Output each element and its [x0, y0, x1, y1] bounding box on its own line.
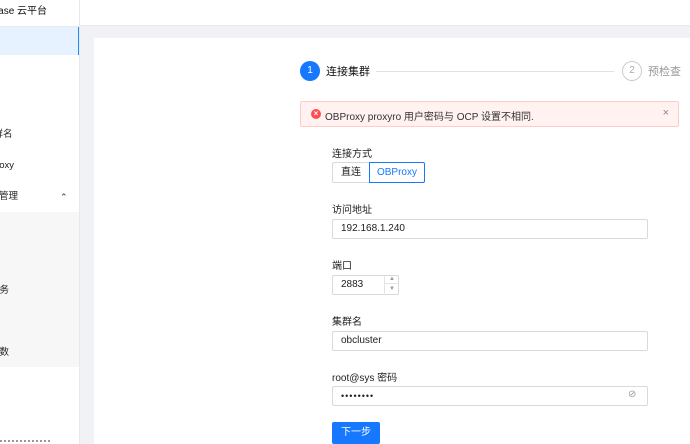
step-connector: [376, 71, 614, 72]
sidebar-item-obproxy[interactable]: OBProxy: [0, 156, 79, 176]
brand-title: OceanBase 云平台: [0, 6, 48, 17]
connect-method-label: 连接方式: [332, 149, 372, 160]
port-stepper[interactable]: ▲ ▼: [384, 275, 399, 295]
sidebar: OceanBase 云平台 集群名 OBProxy 参数管理 ⌃ 服务 参数: [0, 0, 80, 444]
cluster-name-input[interactable]: obcluster: [332, 331, 648, 351]
sidebar-item-active[interactable]: [0, 27, 79, 55]
step-1-label: 连接集群: [326, 66, 370, 78]
connect-obproxy-option[interactable]: OBProxy: [369, 162, 425, 183]
sidebar-item-cluster[interactable]: 集群名: [0, 125, 79, 145]
chevron-up-icon: ⌃: [60, 192, 68, 202]
sidebar-subitem-params[interactable]: 参数: [0, 343, 79, 363]
chevron-up-icon[interactable]: ▲: [385, 275, 399, 284]
chevron-down-icon[interactable]: ▼: [385, 285, 399, 294]
step-2-label: 预检查: [648, 66, 681, 78]
cluster-name-label: 集群名: [332, 317, 362, 328]
address-input[interactable]: 192.168.1.240: [332, 219, 648, 239]
sidebar-item-param-mgmt[interactable]: 参数管理 ⌃: [0, 187, 79, 207]
address-label: 访问地址: [332, 205, 372, 216]
step-2-indicator: 2: [622, 61, 642, 81]
alert-message: OBProxy proxyro 用户密码与 OCP 设置不相同.: [325, 112, 534, 123]
error-icon: ×: [311, 109, 321, 119]
close-icon[interactable]: ×: [663, 107, 669, 119]
password-label: root@sys 密码: [332, 373, 398, 384]
top-header: [80, 0, 690, 26]
sidebar-item-label: 参数: [0, 347, 10, 358]
connect-direct-option[interactable]: 直连: [332, 162, 370, 183]
step-1-indicator: 1: [300, 61, 320, 81]
sidebar-footer-divider: [0, 440, 50, 442]
password-input[interactable]: ••••••••: [332, 386, 648, 406]
error-alert: × OBProxy proxyro 用户密码与 OCP 设置不相同. ×: [300, 101, 679, 127]
sidebar-item-label: 集群名: [0, 129, 13, 140]
sidebar-item-label: OBProxy: [0, 160, 15, 171]
next-button[interactable]: 下一步: [332, 422, 380, 444]
sidebar-item-label: 服务: [0, 285, 10, 296]
eye-invisible-icon[interactable]: ⊘: [628, 389, 636, 400]
sidebar-subitem-service[interactable]: 服务: [0, 281, 79, 301]
port-label: 端口: [332, 261, 352, 272]
sidebar-item-label: 参数管理: [0, 191, 19, 202]
